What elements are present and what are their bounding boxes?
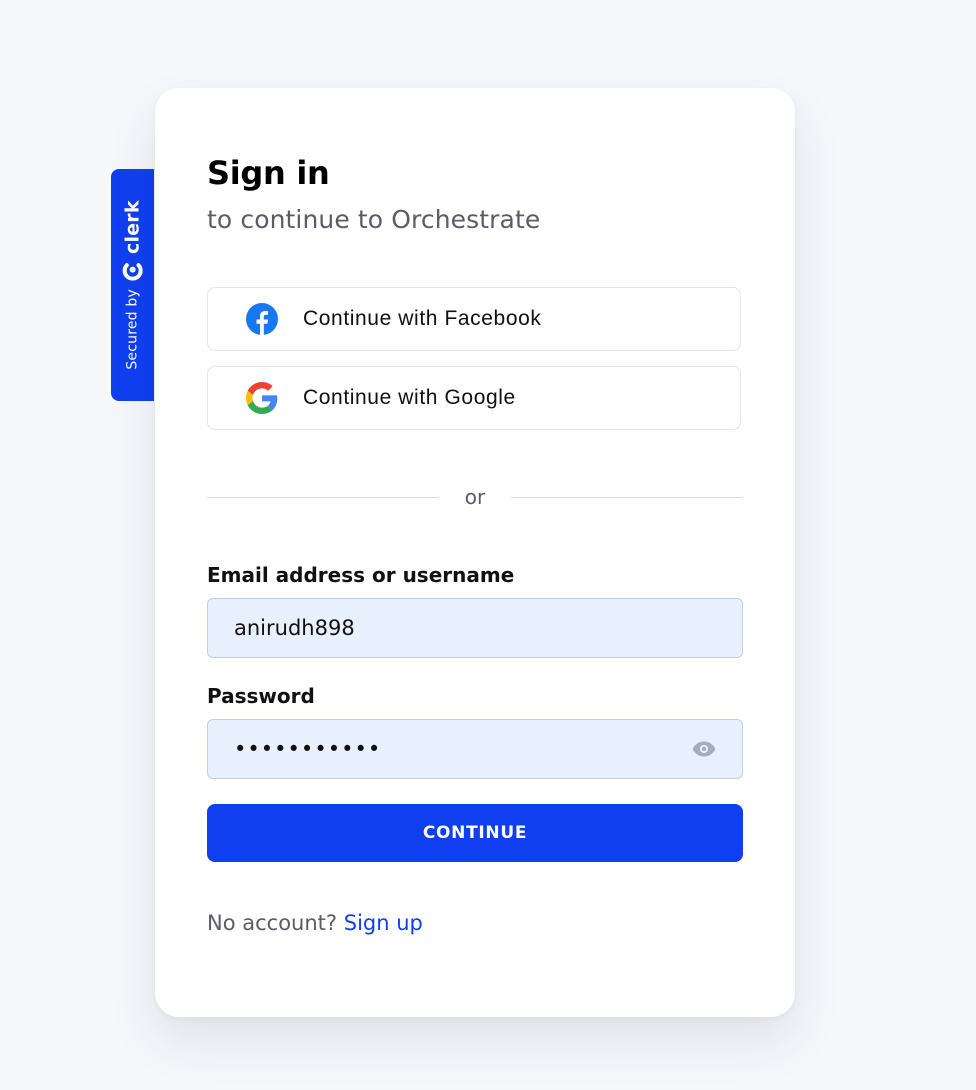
eye-icon[interactable] <box>689 737 719 761</box>
no-account-text: No account? <box>207 911 338 935</box>
email-input[interactable] <box>207 598 743 658</box>
facebook-logo-icon <box>246 303 278 335</box>
password-visibility-icon <box>692 741 716 757</box>
google-button-label: Continue with Google <box>303 386 516 409</box>
sign-in-page: Secured by clerk Sign in to continue to … <box>0 0 976 1090</box>
google-icon <box>245 381 279 415</box>
secured-by-content: Secured by clerk <box>122 200 144 369</box>
sign-in-card: Sign in to continue to Orchestrate Conti… <box>155 88 795 1017</box>
email-label: Email address or username <box>207 563 515 587</box>
clerk-logo: clerk <box>121 200 144 282</box>
password-input[interactable] <box>207 719 743 779</box>
facebook-icon <box>245 302 279 336</box>
clerk-logo-icon <box>122 263 143 282</box>
google-logo-icon <box>246 382 278 414</box>
divider-line-left <box>207 496 439 498</box>
secured-by-clerk-badge[interactable]: Secured by clerk <box>111 169 154 401</box>
password-label: Password <box>207 684 315 708</box>
divider-text: or <box>464 485 486 509</box>
secured-by-text: Secured by <box>124 289 141 370</box>
sign-in-title: Sign in <box>207 154 330 192</box>
sign-up-prompt: No account? Sign up <box>207 911 423 935</box>
continue-with-facebook-button[interactable]: Continue with Facebook <box>207 287 741 351</box>
continue-with-google-button[interactable]: Continue with Google <box>207 366 741 430</box>
sign-up-link[interactable]: Sign up <box>344 911 423 935</box>
divider-line-right <box>511 496 743 498</box>
continue-button[interactable]: CONTINUE <box>207 804 743 862</box>
facebook-button-label: Continue with Facebook <box>303 307 542 330</box>
clerk-wordmark: clerk <box>121 200 144 255</box>
or-divider: or <box>207 482 743 512</box>
sign-in-subtitle: to continue to Orchestrate <box>207 205 541 234</box>
